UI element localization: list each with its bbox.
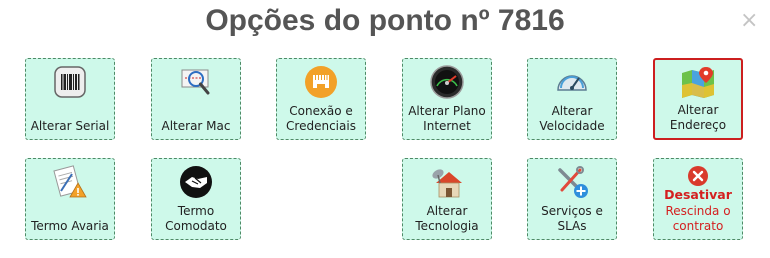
speedometer-icon — [554, 64, 590, 100]
alterar-velocidade-label: Alterar Velocidade — [539, 104, 605, 133]
tools-add-icon — [554, 164, 590, 200]
handshake-icon — [178, 164, 214, 200]
close-circle-icon — [687, 165, 709, 187]
conexao-credenciais-button[interactable]: Conexão e Credenciais — [276, 58, 366, 140]
ethernet-port-icon — [303, 64, 339, 100]
termo-avaria-button[interactable]: Termo Avaria — [25, 158, 115, 240]
alterar-endereco-label: Alterar Endereço — [669, 103, 727, 132]
barcode-icon — [52, 64, 88, 100]
servicos-slas-button[interactable]: Serviços e SLAs — [527, 158, 617, 240]
conexao-credenciais-label: Conexão e Credenciais — [286, 104, 356, 133]
desativar-subtitle-1: Rescinda o — [665, 204, 731, 218]
alterar-serial-button[interactable]: Alterar Serial — [25, 58, 115, 140]
termo-avaria-label: Termo Avaria — [31, 219, 109, 233]
map-pin-icon — [680, 65, 716, 101]
network-magnifier-icon — [178, 64, 214, 100]
alterar-tecnologia-button[interactable]: Alterar Tecnologia — [402, 158, 492, 240]
alterar-plano-internet-label: Alterar Plano Internet — [408, 104, 486, 133]
document-warning-icon — [52, 164, 88, 200]
alterar-mac-label: Alterar Mac — [161, 119, 231, 133]
alterar-plano-internet-button[interactable]: Alterar Plano Internet — [402, 58, 492, 140]
termo-comodato-button[interactable]: Termo Comodato — [151, 158, 241, 240]
house-antenna-icon — [429, 164, 465, 200]
alterar-tecnologia-label: Alterar Tecnologia — [415, 204, 479, 233]
alterar-mac-button[interactable]: Alterar Mac — [151, 58, 241, 140]
alterar-velocidade-button[interactable]: Alterar Velocidade — [527, 58, 617, 140]
dialog-title: Opções do ponto nº 7816 — [205, 4, 565, 37]
desativar-subtitle-2: contrato — [672, 219, 724, 233]
alterar-endereco-button[interactable]: Alterar Endereço — [653, 58, 743, 140]
desativar-label: Desativar Rescinda o contrato — [654, 187, 742, 234]
desativar-title: Desativar — [664, 187, 732, 202]
alterar-serial-label: Alterar Serial — [30, 119, 110, 133]
servicos-slas-label: Serviços e SLAs — [541, 204, 603, 233]
termo-comodato-label: Termo Comodato — [165, 204, 227, 233]
desativar-button[interactable]: Desativar Rescinda o contrato — [653, 158, 743, 240]
close-icon[interactable]: × — [740, 8, 758, 33]
speed-gauge-icon — [429, 64, 465, 100]
